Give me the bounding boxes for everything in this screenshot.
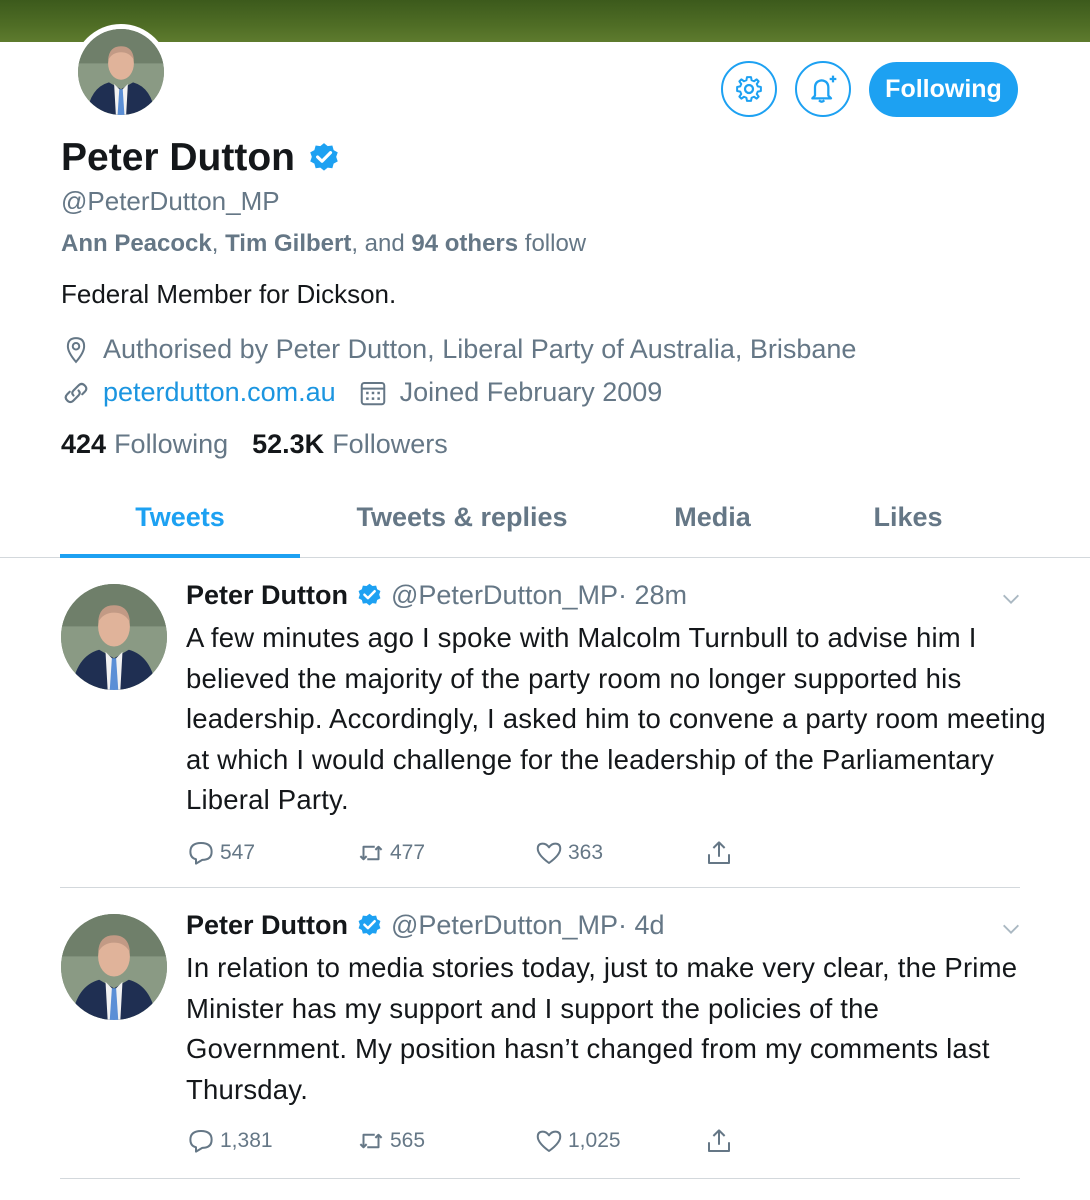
followed-by-comma-2: ,	[351, 230, 358, 257]
follower-name-2[interactable]: Tim Gilbert	[225, 230, 351, 257]
tab-media[interactable]: Media	[640, 502, 785, 533]
tweet-author-name[interactable]: Peter Dutton	[186, 910, 348, 941]
tweet-text: In relation to media stories today, just…	[186, 952, 1018, 1105]
website-joined-row: peterdutton.com.au Joined February 2009	[61, 377, 662, 408]
tweet-timestamp[interactable]: · 28m	[618, 580, 687, 611]
retweet-icon	[359, 845, 383, 861]
tab-tweets[interactable]: Tweets	[60, 502, 300, 533]
profile-bio: Federal Member for Dickson.	[61, 279, 397, 309]
tweet-divider	[60, 887, 1020, 888]
retweet-count: 565	[390, 1129, 426, 1152]
active-tab-indicator	[60, 554, 300, 558]
tweet-timestamp[interactable]: · 4d	[618, 910, 665, 941]
link-icon	[64, 382, 88, 403]
followers-stat[interactable]: 52.3K Followers	[252, 429, 448, 460]
retweet-button[interactable]: 565	[356, 1126, 425, 1156]
followers-count: 52.3K	[252, 429, 325, 459]
reply-icon	[189, 1130, 213, 1153]
reply-icon	[189, 842, 213, 865]
following-button[interactable]: Following	[869, 62, 1018, 117]
tweet-avatar[interactable]	[61, 584, 167, 690]
avatar-image	[61, 584, 167, 690]
avatar-image	[61, 914, 167, 1020]
followed-by-line[interactable]: Ann Peacock, Tim Gilbert, and 94 others …	[61, 230, 586, 258]
profile-tabs: Tweets Tweets & replies Media Likes	[0, 490, 1090, 558]
profile-avatar[interactable]	[73, 24, 169, 120]
followed-by-follow: follow	[524, 230, 587, 257]
following-stat[interactable]: 424 Following	[61, 429, 228, 460]
settings-button[interactable]	[721, 61, 777, 117]
chevron-down-icon[interactable]	[1000, 588, 1022, 610]
location-pin-icon	[66, 336, 86, 363]
calendar-icon	[360, 381, 385, 405]
reply-count: 547	[220, 841, 256, 864]
followed-by-comma: ,	[211, 230, 219, 257]
tweet-header: Peter Dutton @PeterDutton_MP · 28m	[186, 580, 687, 611]
follow-stats: 424 Following 52.3K Followers	[61, 429, 472, 460]
share-button[interactable]	[704, 1126, 738, 1156]
tweet-divider	[60, 1178, 1020, 1179]
followed-by-and: and	[364, 230, 405, 257]
tweet-header: Peter Dutton @PeterDutton_MP · 4d	[186, 910, 665, 941]
reply-button[interactable]: 547	[186, 838, 255, 868]
follower-name-1[interactable]: Ann Peacock	[61, 230, 212, 257]
reply-button[interactable]: 1,381	[186, 1126, 273, 1156]
verified-badge-icon	[358, 913, 381, 936]
website-link[interactable]: peterdutton.com.au	[103, 377, 336, 408]
tweet-avatar[interactable]	[61, 914, 167, 1020]
retweet-icon	[359, 1133, 383, 1149]
tweet-author-name[interactable]: Peter Dutton	[186, 580, 348, 611]
like-button[interactable]: 1,025	[534, 1126, 621, 1156]
like-count: 363	[568, 841, 604, 864]
profile-name: Peter Dutton	[61, 136, 341, 180]
like-button[interactable]: 363	[534, 838, 603, 868]
profile-banner[interactable]	[0, 0, 1090, 42]
tab-tweets-and-replies[interactable]: Tweets & replies	[330, 502, 594, 533]
joined-date: Joined February 2009	[399, 377, 663, 407]
avatar-image	[78, 29, 164, 115]
chevron-down-icon[interactable]	[1000, 918, 1022, 940]
bell-plus-icon	[811, 75, 837, 103]
notifications-button[interactable]	[795, 61, 851, 117]
share-icon	[708, 1129, 730, 1152]
share-button[interactable]	[704, 838, 738, 868]
followers-label: Followers	[332, 429, 448, 459]
profile-name-text: Peter Dutton	[61, 136, 295, 179]
following-count: 424	[61, 429, 107, 459]
retweet-button[interactable]: 477	[356, 838, 425, 868]
like-count: 1,025	[568, 1129, 621, 1152]
following-label: Following	[114, 429, 229, 459]
location-text: Authorised by Peter Dutton, Liberal Part…	[103, 334, 857, 364]
profile-handle: @PeterDutton_MP	[61, 186, 280, 216]
gear-icon	[736, 76, 762, 102]
tweet-text: A few minutes ago I spoke with Malcolm T…	[186, 622, 1046, 815]
verified-badge-icon	[358, 583, 381, 606]
heart-icon	[536, 842, 562, 864]
tweet-author-handle[interactable]: @PeterDutton_MP	[391, 910, 618, 941]
tab-likes[interactable]: Likes	[840, 502, 976, 533]
heart-icon	[536, 1130, 562, 1152]
tweet-author-handle[interactable]: @PeterDutton_MP	[391, 580, 618, 611]
verified-badge-icon	[310, 143, 338, 171]
share-icon	[708, 841, 730, 864]
followed-by-others[interactable]: 94 others	[411, 230, 518, 257]
reply-count: 1,381	[220, 1129, 273, 1152]
location-row: Authorised by Peter Dutton, Liberal Part…	[61, 334, 856, 365]
retweet-count: 477	[390, 841, 426, 864]
